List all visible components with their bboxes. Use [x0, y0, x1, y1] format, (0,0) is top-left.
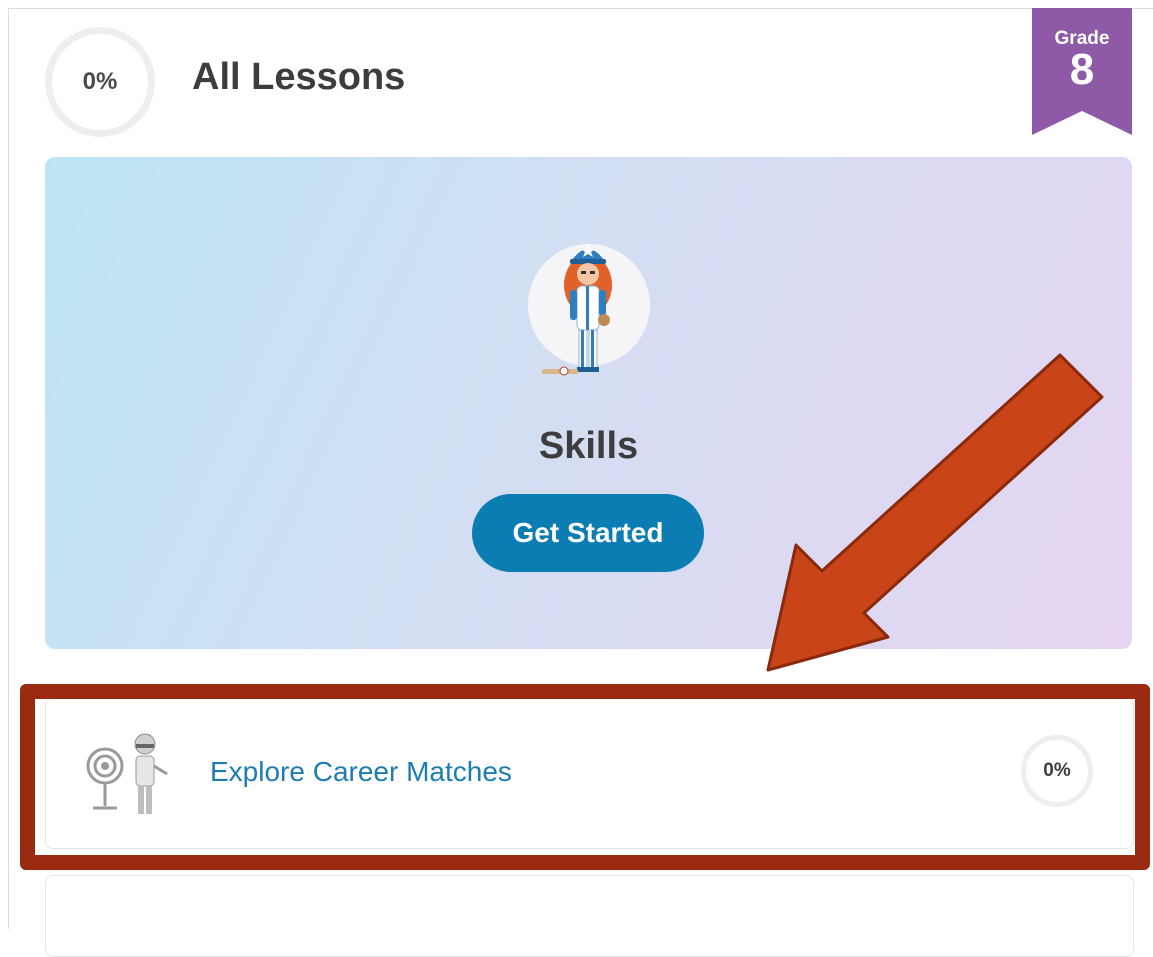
overall-progress-ring: 0%	[45, 27, 155, 137]
annotation-arrow-icon	[766, 353, 1104, 672]
annotation-highlight-box	[20, 684, 1150, 870]
lesson-row-next[interactable]	[45, 875, 1134, 957]
get-started-button[interactable]: Get Started	[472, 494, 704, 572]
avatar-baseball-player-icon	[542, 244, 612, 376]
grade-ribbon: Grade 8	[1032, 8, 1132, 135]
overall-progress-value: 0%	[82, 68, 118, 95]
page-title: All Lessons	[192, 56, 406, 98]
grade-value: 8	[1069, 45, 1095, 94]
